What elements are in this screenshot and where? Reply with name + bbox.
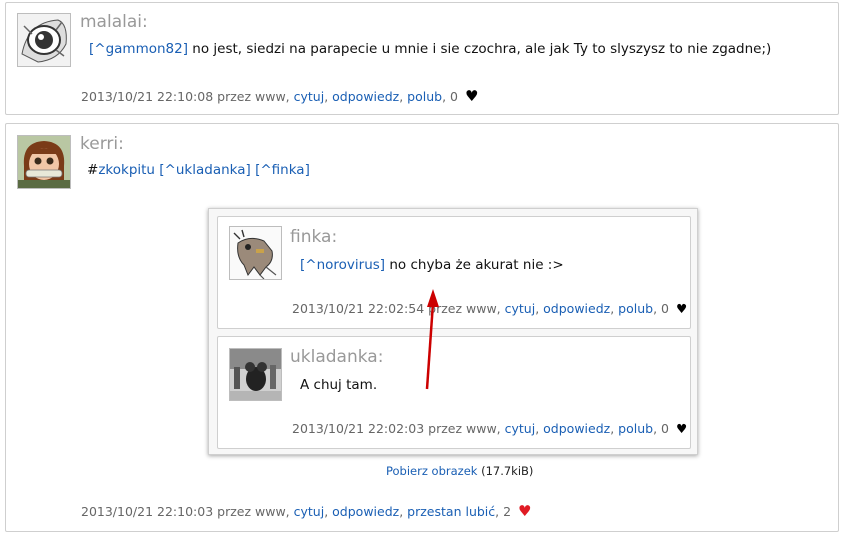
quote-link: cytuj bbox=[504, 421, 536, 436]
author-name[interactable]: kerri: bbox=[80, 134, 124, 154]
comment-body: no chyba że akurat nie :> bbox=[385, 257, 564, 273]
source-label: przez www, bbox=[213, 89, 294, 104]
comment-text: #zkokpitu [^ukladanka] [^finka] bbox=[87, 162, 310, 178]
hashtag-link[interactable]: zkokpitu bbox=[98, 162, 155, 178]
heart-icon: ♥ bbox=[675, 301, 688, 316]
file-size: (17.7kiB) bbox=[477, 464, 534, 478]
like-link: polub bbox=[618, 421, 654, 436]
comment-meta: 2013/10/21 22:02:54 przez www, cytuj, od… bbox=[292, 301, 688, 316]
timestamp: 2013/10/21 22:10:08 bbox=[81, 89, 214, 104]
reply-link[interactable]: odpowiedz bbox=[332, 504, 399, 519]
timestamp: 2013/10/21 22:02:54 bbox=[292, 301, 425, 316]
download-image-link[interactable]: Pobierz obrazek bbox=[386, 464, 477, 478]
unlike-link[interactable]: przestan lubić bbox=[407, 504, 495, 519]
embedded-comment: ukladanka: A chuj tam. 2013/10/21 22:02:… bbox=[217, 336, 691, 449]
avatar bbox=[229, 226, 282, 280]
avatar[interactable] bbox=[17, 135, 71, 189]
reply-link[interactable]: odpowiedz bbox=[332, 89, 399, 104]
comment-meta: 2013/10/21 22:10:03 przez www, cytuj, od… bbox=[81, 502, 532, 520]
mention-link[interactable]: [^ukladanka] bbox=[159, 162, 251, 178]
avatar bbox=[229, 348, 282, 401]
like-count: , 2 bbox=[495, 504, 516, 519]
quote-link: cytuj bbox=[504, 301, 536, 316]
source-label: przez www, bbox=[424, 421, 505, 436]
avatar[interactable] bbox=[17, 13, 71, 67]
comment-text: [^norovirus] no chyba że akurat nie :> bbox=[300, 257, 564, 273]
avatar-image bbox=[230, 227, 281, 279]
mention-link: [^norovirus] bbox=[300, 257, 386, 273]
mention-link[interactable]: [^finka] bbox=[255, 162, 310, 178]
quote-link[interactable]: cytuj bbox=[294, 89, 325, 104]
comment-meta: 2013/10/21 22:02:03 przez www, cytuj, od… bbox=[292, 421, 688, 436]
heart-icon: ♥ bbox=[675, 421, 688, 436]
attached-image[interactable]: finka: [^norovirus] no chyba że akurat n… bbox=[208, 208, 698, 455]
like-link[interactable]: polub bbox=[407, 89, 442, 104]
comment-meta: 2013/10/21 22:10:08 przez www, cytuj, od… bbox=[81, 87, 479, 105]
comment-post: malalai: [^gammon82] no jest, siedzi na … bbox=[5, 2, 839, 115]
source-label: przez www, bbox=[213, 504, 294, 519]
source-label: przez www, bbox=[424, 301, 505, 316]
like-count: , 0 bbox=[653, 421, 673, 436]
author-name[interactable]: malalai: bbox=[80, 12, 148, 32]
reply-link: odpowiedz bbox=[543, 301, 611, 316]
author-name: finka: bbox=[290, 227, 338, 247]
embedded-comment: finka: [^norovirus] no chyba że akurat n… bbox=[217, 216, 691, 329]
like-link: polub bbox=[618, 301, 654, 316]
like-count: , 0 bbox=[653, 301, 673, 316]
timestamp: 2013/10/21 22:10:03 bbox=[81, 504, 214, 519]
avatar-image bbox=[18, 136, 70, 188]
heart-icon: ♥ bbox=[464, 87, 479, 105]
heart-icon: ♥ bbox=[518, 502, 532, 520]
hashtag-prefix: # bbox=[87, 162, 99, 178]
mention-link[interactable]: [^gammon82] bbox=[89, 41, 188, 57]
like-count: , 0 bbox=[442, 89, 462, 104]
comment-text: A chuj tam. bbox=[300, 377, 378, 393]
quote-link[interactable]: cytuj bbox=[294, 504, 325, 519]
timestamp: 2013/10/21 22:02:03 bbox=[292, 421, 425, 436]
comment-text: [^gammon82] no jest, siedzi na parapecie… bbox=[89, 41, 771, 57]
download-caption: Pobierz obrazek (17.7kiB) bbox=[386, 464, 533, 478]
avatar-image bbox=[18, 14, 70, 66]
reply-link: odpowiedz bbox=[543, 421, 611, 436]
author-name: ukladanka: bbox=[290, 347, 384, 367]
comment-body: no jest, siedzi na parapecie u mnie i si… bbox=[187, 41, 772, 57]
avatar-image bbox=[230, 349, 281, 400]
